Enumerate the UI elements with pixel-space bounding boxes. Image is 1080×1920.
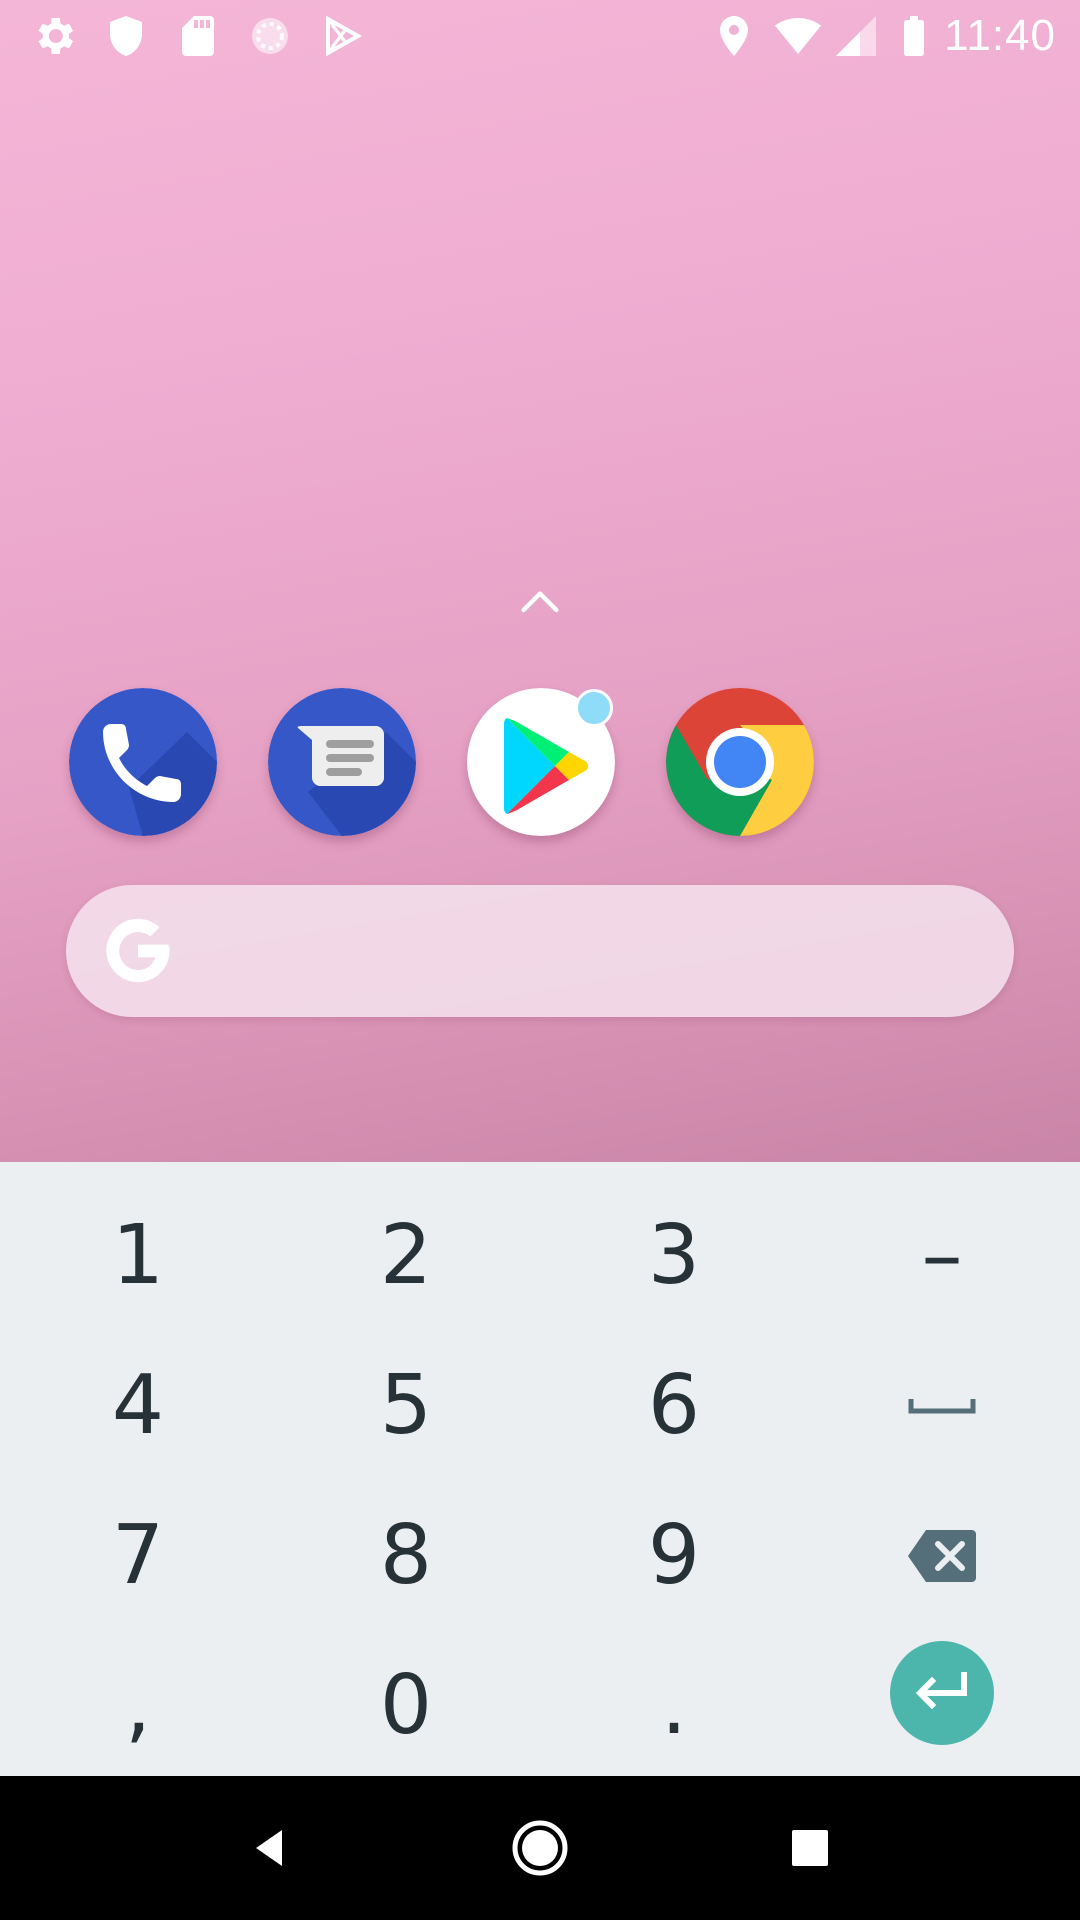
- key-space[interactable]: [808, 1331, 1076, 1481]
- notification-dot: [575, 689, 613, 727]
- status-time: 11:40: [944, 11, 1056, 60]
- chrome-icon: [666, 688, 814, 836]
- phone-icon: [69, 688, 217, 836]
- phone-app[interactable]: [69, 688, 217, 836]
- key-9[interactable]: 9: [540, 1481, 808, 1631]
- space-icon: [908, 1399, 976, 1414]
- key-4[interactable]: 4: [4, 1331, 272, 1481]
- messages-app[interactable]: [268, 688, 416, 836]
- key-2[interactable]: 2: [272, 1181, 540, 1331]
- location-icon: [710, 12, 758, 60]
- play-store-icon: [318, 12, 366, 60]
- shield-icon: [102, 12, 150, 60]
- sd-card-icon: [174, 12, 222, 60]
- key-5[interactable]: 5: [272, 1331, 540, 1481]
- recents-icon[interactable]: [774, 1812, 846, 1884]
- settings-icon: [30, 12, 78, 60]
- wifi-icon: [774, 12, 822, 60]
- key-period[interactable]: .: [540, 1631, 808, 1781]
- key-3[interactable]: 3: [540, 1181, 808, 1331]
- chrome-app[interactable]: [666, 688, 814, 836]
- home-screen: 11:40 1 2 3 – 4 5 6 7 8 9 , 0 .: [0, 0, 1080, 1920]
- key-0[interactable]: 0: [272, 1631, 540, 1781]
- google-search-bar[interactable]: [66, 885, 1014, 1017]
- key-8[interactable]: 8: [272, 1481, 540, 1631]
- messages-icon: [268, 688, 416, 836]
- home-icon[interactable]: [504, 1812, 576, 1884]
- key-dash[interactable]: –: [808, 1181, 1076, 1331]
- key-comma[interactable]: ,: [4, 1631, 272, 1781]
- navigation-bar: [0, 1776, 1080, 1920]
- enter-icon: [915, 1672, 967, 1710]
- status-bar: 11:40: [0, 0, 1080, 72]
- battery-icon: [890, 12, 938, 60]
- back-icon[interactable]: [234, 1812, 306, 1884]
- key-enter[interactable]: [808, 1618, 1076, 1768]
- enter-button[interactable]: [890, 1641, 994, 1745]
- backspace-icon: [908, 1530, 976, 1582]
- key-backspace[interactable]: [808, 1481, 1076, 1631]
- key-6[interactable]: 6: [540, 1331, 808, 1481]
- chevron-up-icon[interactable]: [516, 586, 564, 616]
- key-7[interactable]: 7: [4, 1481, 272, 1631]
- numeric-keyboard: 1 2 3 – 4 5 6 7 8 9 , 0 .: [0, 1162, 1080, 1776]
- sync-circle-icon: [246, 12, 294, 60]
- key-1[interactable]: 1: [4, 1181, 272, 1331]
- cellular-signal-icon: [832, 12, 880, 60]
- google-g-icon: [100, 913, 176, 989]
